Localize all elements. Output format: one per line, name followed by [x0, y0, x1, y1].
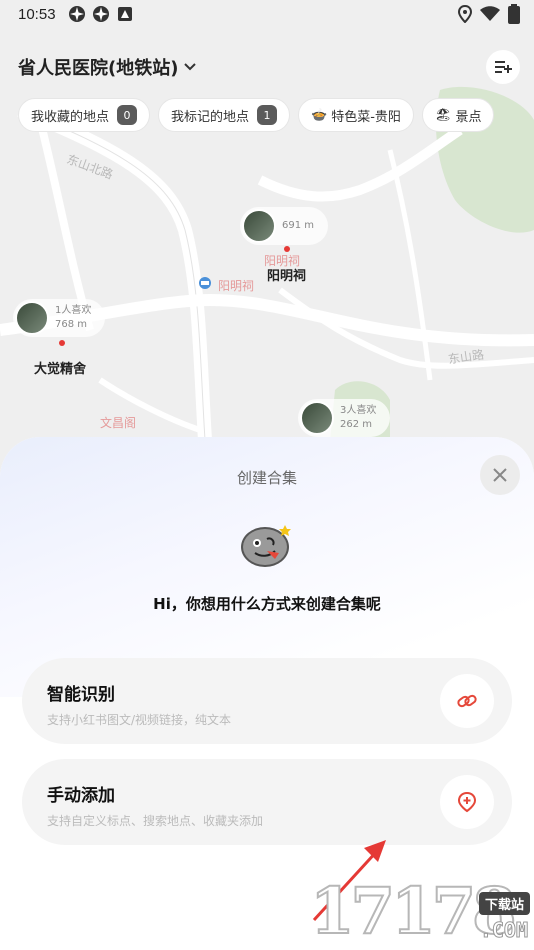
list-add-icon [495, 61, 512, 73]
metro-label: 阳明祠 [218, 279, 255, 293]
app-notification-icon [92, 5, 110, 23]
location-header: 省人民医院(地铁站) [0, 44, 534, 90]
poi-thumbnail [15, 301, 49, 335]
link-icon [457, 694, 477, 708]
poi-card[interactable]: 3人喜欢 262 m [298, 399, 391, 437]
poi-distance: 262 m [340, 419, 373, 430]
status-time: 10:53 [18, 5, 56, 23]
status-indicators [457, 4, 520, 28]
poi-name[interactable]: 大觉精舍 [34, 358, 86, 377]
chevron-down-icon[interactable] [184, 59, 197, 75]
chip-count: 1 [257, 105, 278, 125]
wifi-icon [480, 6, 500, 26]
poi-name[interactable]: 阳明祠 [267, 265, 306, 284]
option-description: 支持小红书图文/视频链接，纯文本 [47, 713, 232, 727]
battery-icon [508, 4, 520, 28]
smart-recognition-button[interactable] [440, 674, 494, 728]
chip-label: 我收藏的地点 [31, 109, 110, 125]
poi-card[interactable]: 1人喜欢 768 m [13, 299, 106, 337]
watermark-badge: 下载站 [478, 892, 530, 915]
smart-recognition-option[interactable]: 智能识别 支持小红书图文/视频链接，纯文本 [22, 658, 512, 744]
close-button[interactable] [480, 455, 520, 495]
poi-thumbnail [300, 401, 334, 435]
chip-scenic-spots[interactable]: 🏖 景点 [421, 98, 495, 132]
chip-label: 我标记的地点 [171, 109, 250, 125]
chip-label: 特色菜-贵阳 [331, 109, 401, 125]
chip-count: 0 [117, 105, 138, 125]
add-location-icon [457, 791, 477, 813]
mascot-icon [241, 525, 291, 567]
chip-local-cuisine[interactable]: 🍲 特色菜-贵阳 [298, 98, 414, 132]
poi-distance: 768 m [55, 319, 88, 330]
hotpot-icon: 🍲 [311, 107, 328, 123]
chip-label: 景点 [455, 109, 482, 125]
place-label: 文昌阁 [100, 416, 137, 430]
beach-icon: 🏖 [434, 107, 452, 123]
app-notification-icon [68, 5, 86, 23]
option-description: 支持自定义标点、搜索地点、收藏夹添加 [47, 814, 264, 828]
app-notification-icon [116, 5, 134, 23]
option-title: 智能识别 [47, 685, 115, 705]
manual-add-button[interactable] [440, 775, 494, 829]
option-title: 手动添加 [47, 786, 115, 806]
location-icon [457, 4, 473, 27]
chip-marked-places[interactable]: 我标记的地点 1 [158, 98, 291, 132]
sheet-greeting: Hi，你想用什么方式来创建合集呢 [153, 595, 381, 613]
poi-distance: 691 m [282, 220, 315, 231]
sheet-title: 创建合集 [236, 469, 297, 487]
poi-thumbnail [242, 209, 276, 243]
poi-card[interactable]: 691 m [240, 207, 329, 245]
poi-pin [284, 246, 290, 252]
close-icon [493, 468, 507, 482]
status-bar: 10:53 [0, 0, 534, 28]
watermark-suffix: .COM [479, 918, 528, 943]
location-title[interactable]: 省人民医院(地铁站) [18, 54, 178, 80]
chip-favorite-places[interactable]: 我收藏的地点 0 [18, 98, 151, 132]
list-add-button[interactable] [486, 50, 520, 84]
poi-likes: 1人喜欢 [55, 305, 92, 316]
filter-chips: 我收藏的地点 0 我标记的地点 1 🍲 特色菜-贵阳 🏖 景点 [18, 98, 495, 132]
poi-likes: 3人喜欢 [340, 405, 377, 416]
poi-pin [59, 340, 65, 346]
